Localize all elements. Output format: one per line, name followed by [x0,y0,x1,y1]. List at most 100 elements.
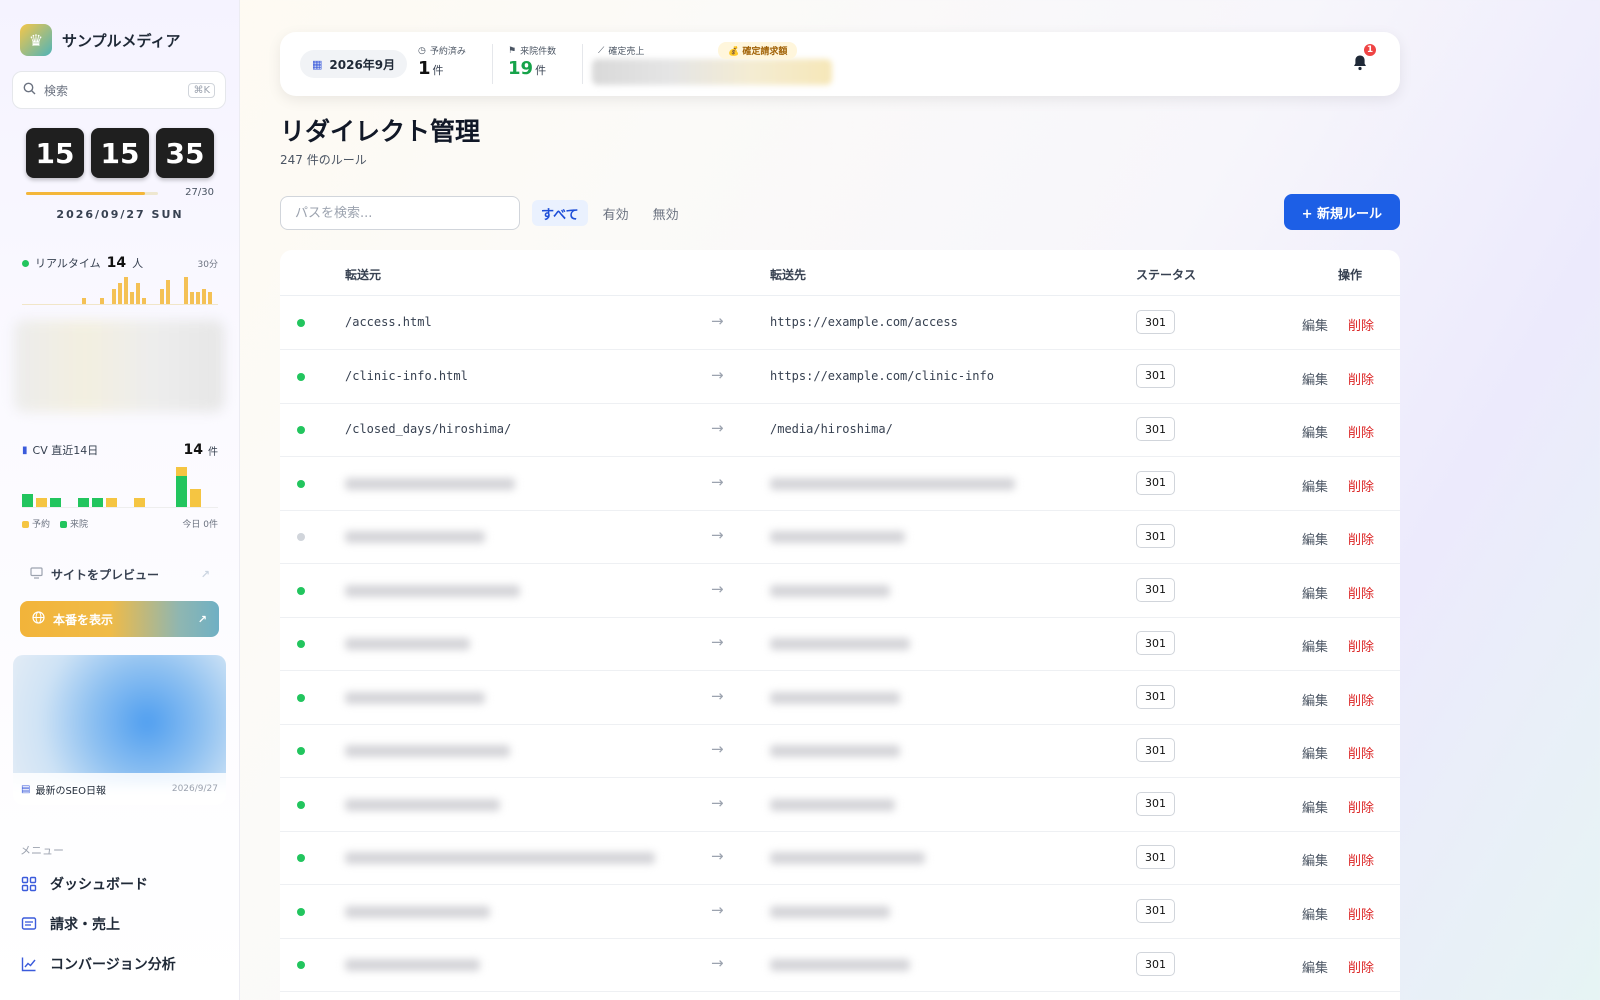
edit-rule-button[interactable]: 編集 [1302,476,1328,495]
edit-rule-button[interactable]: 編集 [1302,743,1328,762]
arrow-right-icon: → [711,365,724,384]
arrow-right-icon: → [711,793,724,812]
month-selector[interactable]: ▦ 2026年9月 [300,50,408,78]
money-bag-icon: 💰 [728,47,740,57]
rule-destination-redacted [770,638,910,650]
rule-source: /clinic-info.html [345,368,468,383]
arrow-right-icon: → [711,633,724,651]
invoice-icon [20,915,38,933]
arrow-right-icon: → [711,740,724,758]
nav-dashboard[interactable]: ダッシュボード [20,874,148,894]
delete-rule-button[interactable]: 削除 [1348,369,1374,388]
globe-icon [32,611,45,627]
nav-billing[interactable]: 請求・売上 [20,914,120,934]
arrow-right-icon: → [711,526,724,544]
nav-conversion[interactable]: コンバージョン分析 [20,954,176,974]
cv-reserve-segment [190,489,201,507]
realtime-bar [118,283,122,304]
month-progress: 27/30 [26,187,216,202]
table-row: → 301 編集 削除 [280,831,1400,885]
month-label: 2026年9月 [329,57,396,72]
edit-rule-button[interactable]: 編集 [1302,369,1328,388]
arrow-right-icon: → [711,686,724,705]
rule-source: /access.html [345,315,432,329]
arrow-right-icon: → [711,579,724,598]
cv-day-bar [190,489,201,507]
delete-rule-button[interactable]: 削除 [1348,476,1374,495]
rule-destination-redacted [770,477,1015,490]
delete-rule-button[interactable]: 削除 [1348,690,1374,709]
table-row: → 301 編集 削除 [280,778,1400,832]
status-code-badge: 301 [1136,524,1175,548]
delete-rule-button[interactable]: 削除 [1348,583,1374,602]
status-code-badge: 301 [1136,952,1175,976]
preview-site-link[interactable]: サイトをプレビュー ↗ [30,566,210,583]
external-link-icon: ↗ [200,568,210,581]
rule-status-dot [297,640,305,648]
delete-rule-button[interactable]: 削除 [1348,315,1374,334]
status-code-badge: 301 [1136,363,1175,388]
realtime-bar [208,292,212,304]
delete-rule-button[interactable]: 削除 [1348,904,1374,923]
table-row: → 301 編集 削除 [280,510,1400,564]
rule-source-redacted [345,905,490,918]
status-code-badge: 301 [1136,310,1175,334]
edit-rule-button[interactable]: 編集 [1302,904,1328,923]
seo-report-thumbnail [13,655,226,785]
delete-rule-button[interactable]: 削除 [1348,850,1374,869]
arrow-right-icon: → [711,312,724,330]
edit-rule-button[interactable]: 編集 [1302,315,1328,334]
edit-rule-button[interactable]: 編集 [1302,583,1328,602]
filter-tab-active[interactable]: 有効 [594,200,638,226]
filter-tab-all[interactable]: すべて [532,200,588,226]
status-code-badge: 301 [1136,791,1175,816]
edit-rule-button[interactable]: 編集 [1302,690,1328,709]
rule-status-dot [297,586,305,595]
seo-report-title: 最新のSEO日報 [35,785,106,797]
realtime-bar [196,292,200,304]
shortcut-hint: ⌘K [188,82,215,98]
delete-rule-button[interactable]: 削除 [1348,957,1374,976]
seo-report-footer: ▤ 最新のSEO日報 2026/9/27 [13,773,226,805]
realtime-bar [160,289,164,304]
brand[interactable]: ♛ サンプルメディア [20,24,181,56]
rule-destination-redacted [770,745,900,757]
seo-report-card[interactable]: ▤ 最新のSEO日報 2026/9/27 [13,655,226,805]
date-label: 2026/09/27 SUN [56,208,184,221]
delete-rule-button[interactable]: 削除 [1348,529,1374,548]
edit-rule-button[interactable]: 編集 [1302,529,1328,548]
month-progress-track [26,192,158,195]
clock: 15 15 35 [26,128,214,178]
table-row: /closed_days/hiroshima/ → /media/hiroshima… [280,403,1400,457]
cv-unit: 件 [208,446,218,458]
edit-rule-button[interactable]: 編集 [1302,797,1328,816]
delete-rule-button[interactable]: 削除 [1348,422,1374,441]
delete-rule-button[interactable]: 削除 [1348,743,1374,762]
edit-rule-button[interactable]: 編集 [1302,957,1328,976]
sidebar-search[interactable]: 検索 ⌘K [12,71,226,109]
rule-status-dot [297,479,305,488]
sidebar: ♛ サンプルメディア 検索 ⌘K 15 15 35 27/30 2026/09/… [0,0,240,1000]
main-content: ▦ 2026年9月 ◷ 予約済み 1件 ⚑ 来院件数 19 件 ⟋ 確定売上 💰 確定請… [240,0,1600,1000]
cv-visit-segment [92,498,103,507]
view-production-button[interactable]: 本番を表示 ↗ [20,601,219,637]
status-code-badge: 301 [1136,684,1175,709]
edit-rule-button[interactable]: 編集 [1302,422,1328,441]
delete-rule-button[interactable]: 削除 [1348,797,1374,816]
delete-rule-button[interactable]: 削除 [1348,636,1374,655]
rule-source-redacted [345,852,655,864]
filter-tab-inactive[interactable]: 無効 [644,200,688,226]
arrow-right-icon: → [711,900,724,919]
kpi-sales: ⟋ 確定売上 [598,44,644,58]
cv-legend: 予約 来院 今日 0件 [22,517,218,530]
edit-rule-button[interactable]: 編集 [1302,850,1328,869]
sidebar-search-placeholder[interactable]: 検索 [44,82,180,99]
realtime-bar [100,298,104,304]
edit-rule-button[interactable]: 編集 [1302,636,1328,655]
kpi-billing-label: 確定請求額 [742,47,788,57]
cv-today: 今日 0件 [182,520,218,530]
path-search-input[interactable] [280,196,520,230]
rule-source-redacted [345,745,510,757]
kpi-reserved-unit: 件 [432,64,444,77]
new-rule-button[interactable]: + 新規ルール [1283,194,1400,230]
